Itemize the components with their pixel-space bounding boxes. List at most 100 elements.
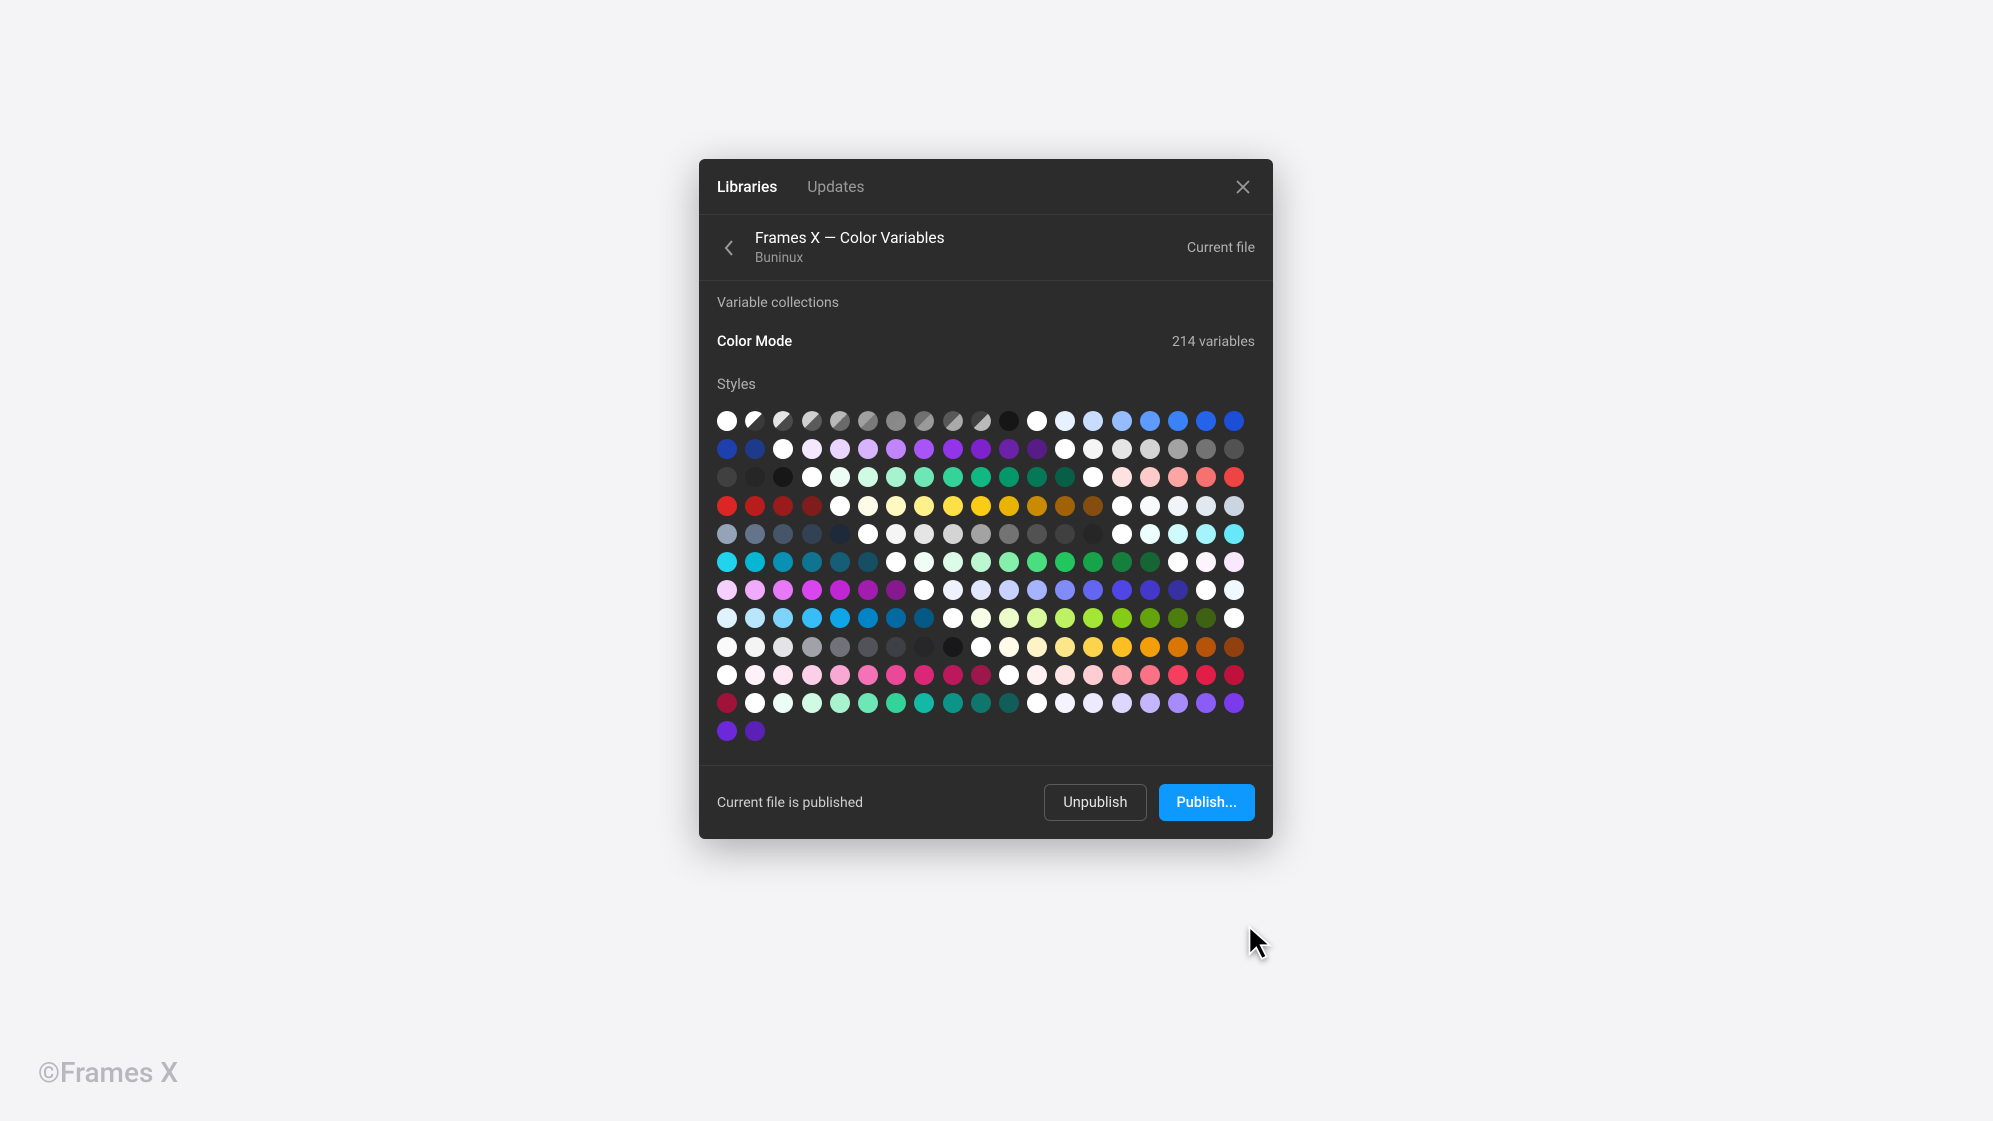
color-swatch[interactable] xyxy=(999,552,1019,572)
color-swatch[interactable] xyxy=(943,665,963,685)
color-swatch[interactable] xyxy=(971,439,991,459)
color-swatch[interactable] xyxy=(1140,411,1160,431)
color-swatch[interactable] xyxy=(914,439,934,459)
color-swatch[interactable] xyxy=(802,524,822,544)
color-swatch[interactable] xyxy=(717,665,737,685)
color-swatch[interactable] xyxy=(1140,665,1160,685)
color-swatch[interactable] xyxy=(1112,411,1132,431)
color-swatch[interactable] xyxy=(943,637,963,657)
color-swatch[interactable] xyxy=(1055,496,1075,516)
color-swatch[interactable] xyxy=(1168,637,1188,657)
color-swatch[interactable] xyxy=(1112,524,1132,544)
tab-updates[interactable]: Updates xyxy=(807,178,864,196)
color-swatch[interactable] xyxy=(971,580,991,600)
color-swatch[interactable] xyxy=(886,608,906,628)
unpublish-button[interactable]: Unpublish xyxy=(1044,784,1146,821)
color-swatch[interactable] xyxy=(1224,665,1244,685)
color-swatch[interactable] xyxy=(886,552,906,572)
color-swatch[interactable] xyxy=(773,467,793,487)
color-swatch[interactable] xyxy=(1027,524,1047,544)
color-swatch[interactable] xyxy=(1196,693,1216,713)
color-swatch[interactable] xyxy=(802,467,822,487)
tab-libraries[interactable]: Libraries xyxy=(717,178,777,196)
collection-row[interactable]: Color Mode 214 variables xyxy=(699,321,1273,358)
color-swatch[interactable] xyxy=(1055,580,1075,600)
color-swatch[interactable] xyxy=(999,637,1019,657)
color-swatch[interactable] xyxy=(830,608,850,628)
color-swatch[interactable] xyxy=(971,552,991,572)
color-swatch[interactable] xyxy=(773,524,793,544)
color-swatch[interactable] xyxy=(999,496,1019,516)
color-swatch[interactable] xyxy=(1083,524,1103,544)
color-swatch[interactable] xyxy=(773,665,793,685)
color-swatch[interactable] xyxy=(1112,467,1132,487)
color-swatch[interactable] xyxy=(943,524,963,544)
color-swatch[interactable] xyxy=(1196,637,1216,657)
color-swatch[interactable] xyxy=(773,637,793,657)
color-swatch[interactable] xyxy=(717,693,737,713)
color-swatch[interactable] xyxy=(1224,580,1244,600)
color-swatch[interactable] xyxy=(1083,665,1103,685)
color-swatch[interactable] xyxy=(802,411,822,431)
color-swatch[interactable] xyxy=(1224,637,1244,657)
color-swatch[interactable] xyxy=(943,411,963,431)
color-swatch[interactable] xyxy=(999,467,1019,487)
close-button[interactable] xyxy=(1231,175,1255,199)
color-swatch[interactable] xyxy=(858,693,878,713)
color-swatch[interactable] xyxy=(858,524,878,544)
color-swatch[interactable] xyxy=(830,665,850,685)
color-swatch[interactable] xyxy=(745,608,765,628)
color-swatch[interactable] xyxy=(1140,693,1160,713)
color-swatch[interactable] xyxy=(773,693,793,713)
color-swatch[interactable] xyxy=(717,524,737,544)
color-swatch[interactable] xyxy=(1196,580,1216,600)
color-swatch[interactable] xyxy=(886,496,906,516)
color-swatch[interactable] xyxy=(1055,637,1075,657)
color-swatch[interactable] xyxy=(1224,608,1244,628)
publish-button[interactable]: Publish... xyxy=(1159,784,1255,821)
color-swatch[interactable] xyxy=(745,693,765,713)
color-swatch[interactable] xyxy=(1168,467,1188,487)
color-swatch[interactable] xyxy=(1027,580,1047,600)
color-swatch[interactable] xyxy=(999,580,1019,600)
color-swatch[interactable] xyxy=(914,608,934,628)
color-swatch[interactable] xyxy=(802,580,822,600)
color-swatch[interactable] xyxy=(1027,439,1047,459)
color-swatch[interactable] xyxy=(886,439,906,459)
color-swatch[interactable] xyxy=(943,496,963,516)
color-swatch[interactable] xyxy=(802,439,822,459)
color-swatch[interactable] xyxy=(858,552,878,572)
color-swatch[interactable] xyxy=(971,637,991,657)
color-swatch[interactable] xyxy=(1112,552,1132,572)
color-swatch[interactable] xyxy=(802,496,822,516)
color-swatch[interactable] xyxy=(999,693,1019,713)
color-swatch[interactable] xyxy=(886,411,906,431)
color-swatch[interactable] xyxy=(773,411,793,431)
color-swatch[interactable] xyxy=(830,411,850,431)
color-swatch[interactable] xyxy=(1055,467,1075,487)
color-swatch[interactable] xyxy=(858,411,878,431)
color-swatch[interactable] xyxy=(858,580,878,600)
color-swatch[interactable] xyxy=(1140,637,1160,657)
color-swatch[interactable] xyxy=(999,411,1019,431)
color-swatch[interactable] xyxy=(1055,665,1075,685)
color-swatch[interactable] xyxy=(1112,693,1132,713)
color-swatch[interactable] xyxy=(1055,608,1075,628)
color-swatch[interactable] xyxy=(745,721,765,741)
color-swatch[interactable] xyxy=(971,411,991,431)
color-swatch[interactable] xyxy=(830,496,850,516)
color-swatch[interactable] xyxy=(1168,580,1188,600)
color-swatch[interactable] xyxy=(858,496,878,516)
color-swatch[interactable] xyxy=(914,580,934,600)
color-swatch[interactable] xyxy=(830,580,850,600)
color-swatch[interactable] xyxy=(914,665,934,685)
color-swatch[interactable] xyxy=(1027,411,1047,431)
color-swatch[interactable] xyxy=(943,552,963,572)
color-swatch[interactable] xyxy=(1168,524,1188,544)
color-swatch[interactable] xyxy=(1083,439,1103,459)
color-swatch[interactable] xyxy=(773,580,793,600)
color-swatch[interactable] xyxy=(773,439,793,459)
color-swatch[interactable] xyxy=(1140,439,1160,459)
color-swatch[interactable] xyxy=(971,608,991,628)
color-swatch[interactable] xyxy=(1027,637,1047,657)
